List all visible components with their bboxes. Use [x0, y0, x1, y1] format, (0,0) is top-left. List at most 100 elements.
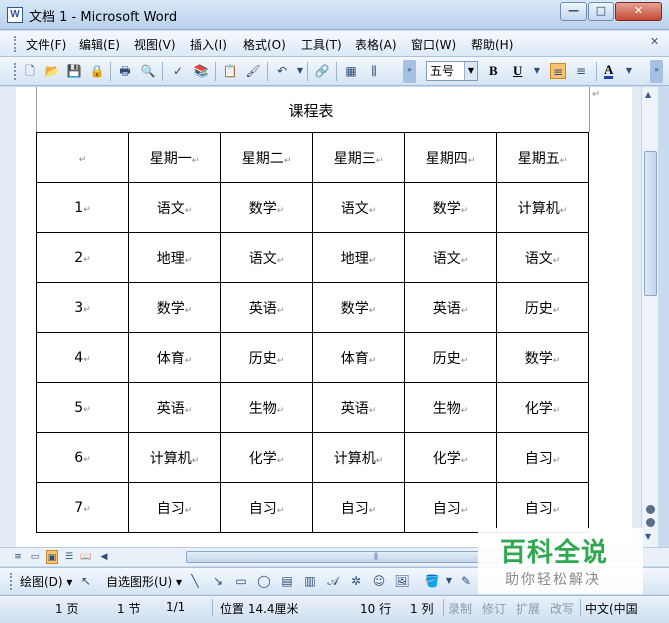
table-cell[interactable]: 星期四↵ — [404, 132, 497, 183]
table-cell[interactable]: 自习↵ — [496, 432, 589, 483]
undo-icon[interactable]: ↶ — [274, 63, 290, 79]
table-cell[interactable]: 英语↵ — [404, 282, 497, 333]
table-cell[interactable]: 星期三↵ — [312, 132, 405, 183]
table-cell[interactable]: 语文↵ — [128, 182, 221, 233]
underline-dropdown-icon[interactable]: ▼ — [529, 63, 545, 79]
table-cell[interactable]: 计算机↵ — [312, 432, 405, 483]
underline-button[interactable]: U — [513, 63, 522, 79]
table-cell[interactable]: 自习↵ — [312, 482, 405, 533]
table-cell[interactable]: 历史↵ — [496, 282, 589, 333]
table-cell[interactable]: 5↵ — [36, 382, 129, 433]
print-icon[interactable]: 🖶 — [117, 63, 133, 79]
table-cell[interactable]: 4↵ — [36, 332, 129, 383]
menu-help[interactable]: 帮助(H) — [471, 36, 513, 53]
vertical-scrollbar[interactable]: ▲ ▼ — [641, 87, 658, 547]
vertical-scroll-thumb[interactable] — [644, 151, 657, 296]
table-cell[interactable]: 自习↵ — [404, 482, 497, 533]
table-cell[interactable]: 化学↵ — [404, 432, 497, 483]
menu-tools[interactable]: 工具(T) — [301, 36, 342, 53]
insert-hyperlink-icon[interactable]: 🔗 — [314, 63, 330, 79]
toolbar-options-chevron[interactable]: » — [403, 60, 416, 83]
select-objects-icon[interactable]: ↖ — [78, 573, 94, 589]
menu-insert[interactable]: 插入(I) — [190, 36, 227, 53]
table-cell[interactable]: 2↵ — [36, 232, 129, 283]
menu-format[interactable]: 格式(O) — [243, 36, 286, 53]
line-color-icon[interactable]: ✎ — [458, 573, 474, 589]
vertical-text-box-icon[interactable]: ▥ — [302, 573, 318, 589]
open-folder-icon[interactable]: 📂 — [44, 63, 60, 79]
fill-color-dropdown-icon[interactable]: ▼ — [441, 573, 457, 589]
table-cell[interactable]: 自习↵ — [496, 482, 589, 533]
insert-table-icon[interactable]: ▦ — [343, 63, 359, 79]
document-title[interactable]: 课程表 — [16, 100, 606, 121]
table-cell[interactable]: 英语↵ — [128, 382, 221, 433]
print-preview-icon[interactable]: 🔍 — [140, 63, 156, 79]
outline-view-icon[interactable]: ☰ — [63, 550, 75, 564]
close-document-icon[interactable]: ✕ — [650, 35, 659, 48]
menu-view[interactable]: 视图(V) — [134, 36, 176, 53]
drawing-toolbar-grip[interactable] — [10, 573, 13, 590]
bold-button[interactable]: B — [489, 63, 498, 79]
permission-icon[interactable]: 🔒 — [89, 63, 105, 79]
select-browse-object-icon[interactable] — [646, 518, 655, 527]
minimize-button[interactable]: — — [560, 2, 587, 21]
table-cell[interactable]: 星期一↵ — [128, 132, 221, 183]
insert-picture-icon[interactable]: 🖼 — [394, 573, 410, 589]
table-cell[interactable]: 历史↵ — [404, 332, 497, 383]
status-record[interactable]: 录制 — [448, 600, 472, 617]
table-cell[interactable]: 体育↵ — [128, 332, 221, 383]
arrow-tool-icon[interactable]: ↘ — [210, 573, 226, 589]
status-extend[interactable]: 扩展 — [516, 600, 540, 617]
table-cell[interactable]: 英语↵ — [220, 282, 313, 333]
close-button[interactable]: ✕ — [615, 2, 662, 21]
research-icon[interactable]: 📚 — [193, 63, 209, 79]
previous-page-icon[interactable] — [646, 505, 655, 514]
fill-color-icon[interactable]: 🪣 — [424, 573, 440, 589]
undo-dropdown-icon[interactable]: ▼ — [292, 63, 308, 79]
status-track-changes[interactable]: 修订 — [482, 600, 506, 617]
table-cell[interactable]: 计算机↵ — [128, 432, 221, 483]
print-layout-icon[interactable]: ▣ — [46, 550, 58, 564]
menu-window[interactable]: 窗口(W) — [411, 36, 456, 53]
table-cell[interactable]: 英语↵ — [312, 382, 405, 433]
chevron-down-icon[interactable]: ▼ — [464, 62, 477, 80]
toolbar-grip[interactable] — [14, 63, 17, 80]
table-cell[interactable]: 语文↵ — [220, 232, 313, 283]
rectangle-tool-icon[interactable]: ▭ — [233, 573, 249, 589]
table-cell[interactable]: 语文↵ — [404, 232, 497, 283]
table-cell[interactable]: 地理↵ — [312, 232, 405, 283]
scroll-up-icon[interactable]: ▲ — [645, 90, 651, 99]
table-cell[interactable]: 数学↵ — [404, 182, 497, 233]
table-cell[interactable]: 7↵ — [36, 482, 129, 533]
table-cell[interactable]: 6↵ — [36, 432, 129, 483]
web-layout-icon[interactable]: ▭ — [29, 550, 41, 564]
save-icon[interactable]: 💾 — [66, 63, 82, 79]
table-cell[interactable]: ↵ — [36, 132, 129, 183]
table-cell[interactable]: 地理↵ — [128, 232, 221, 283]
table-cell[interactable]: 1↵ — [36, 182, 129, 233]
line-tool-icon[interactable]: ╲ — [187, 573, 203, 589]
text-box-icon[interactable]: ▤ — [279, 573, 295, 589]
oval-tool-icon[interactable]: ◯ — [256, 573, 272, 589]
table-cell[interactable]: 语文↵ — [312, 182, 405, 233]
table-cell[interactable]: 数学↵ — [220, 182, 313, 233]
font-color-dropdown-icon[interactable]: ▼ — [621, 63, 637, 79]
clip-art-icon[interactable]: ☺ — [371, 573, 387, 589]
menu-file[interactable]: 文件(F) — [26, 36, 66, 53]
table-cell[interactable]: 生物↵ — [220, 382, 313, 433]
autoshapes-menu-button[interactable]: 自选图形(U) ▾ — [106, 573, 182, 590]
table-cell[interactable]: 体育↵ — [312, 332, 405, 383]
menu-edit[interactable]: 编辑(E) — [79, 36, 120, 53]
columns-icon[interactable]: ⫼ — [366, 63, 382, 79]
menu-table[interactable]: 表格(A) — [355, 36, 397, 53]
word-app-icon[interactable]: W — [7, 7, 23, 23]
table-cell[interactable]: 数学↵ — [496, 332, 589, 383]
scroll-down-icon[interactable]: ▼ — [645, 532, 651, 541]
table-cell[interactable]: 化学↵ — [220, 432, 313, 483]
font-size-select[interactable]: 五号 ▼ — [426, 61, 478, 81]
align-center-icon[interactable]: ≡ — [573, 63, 589, 79]
toolbar-options-chevron-2[interactable]: » — [650, 60, 663, 83]
table-cell[interactable]: 计算机↵ — [496, 182, 589, 233]
wordart-icon[interactable]: 𝒜 — [325, 573, 341, 589]
spelling-icon[interactable]: ✓ — [170, 63, 186, 79]
